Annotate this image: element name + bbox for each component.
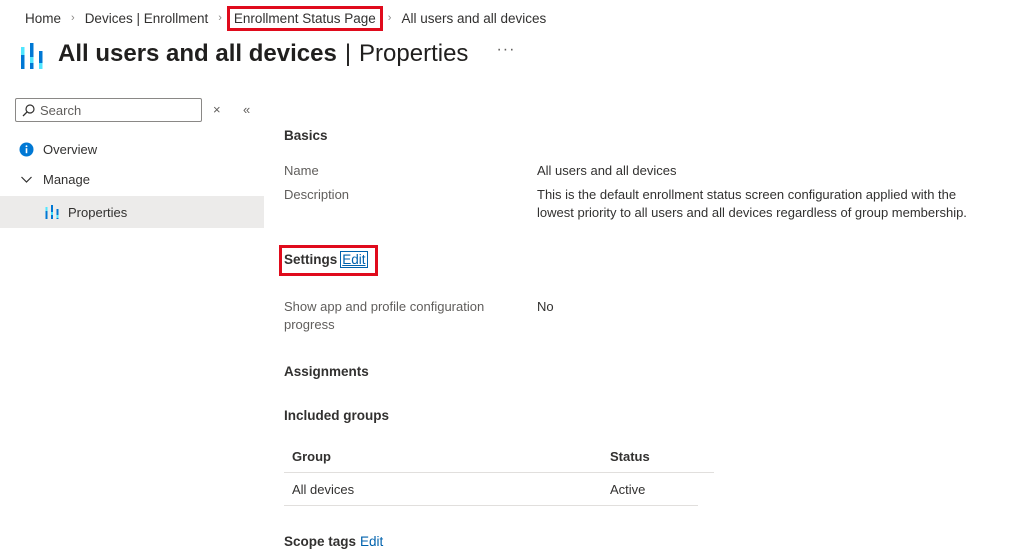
scope-tags-edit-link[interactable]: Edit <box>360 534 383 549</box>
settings-heading: Settings Edit <box>284 251 368 268</box>
show-progress-value: No <box>537 299 554 314</box>
breadcrumb-devices-enrollment[interactable]: Devices | Enrollment <box>85 11 209 26</box>
table-header-row: Group Status <box>284 440 714 473</box>
name-value: All users and all devices <box>537 163 677 178</box>
breadcrumb-chevron-icon: › <box>71 12 75 24</box>
breadcrumb-enrollment-status-page[interactable]: Enrollment Status Page <box>226 5 383 31</box>
more-options-icon[interactable]: ··· <box>496 41 515 59</box>
breadcrumb-home[interactable]: Home <box>25 11 61 26</box>
column-header-group[interactable]: Group <box>292 449 331 464</box>
sidebar-item-properties[interactable]: Properties <box>0 196 264 228</box>
assignments-heading: Assignments <box>284 364 369 379</box>
page-header: All users and all devices | Properties ·… <box>20 36 515 72</box>
breadcrumb-current-page: All users and all devices <box>401 10 547 26</box>
page-title: All users and all devices <box>58 40 337 67</box>
description-label: Description <box>284 187 350 202</box>
scope-tags-heading-label: Scope tags <box>284 534 357 549</box>
search-input[interactable] <box>40 102 190 118</box>
sidebar-item-label: Properties <box>68 204 128 220</box>
breadcrumb: Home › Devices | Enrollment › Enrollment… <box>25 5 547 31</box>
sidebar-nav: Overview Manage Properties <box>0 134 264 228</box>
settings-heading-label: Settings <box>284 252 338 267</box>
properties-icon <box>44 204 59 220</box>
sidebar-item-overview[interactable]: Overview <box>0 134 264 164</box>
title-separator: | <box>344 40 352 67</box>
status-cell: Active <box>610 482 646 497</box>
search-icon <box>22 103 35 116</box>
settings-edit-link[interactable]: Edit <box>340 251 368 268</box>
description-value: This is the default enrollment status sc… <box>537 187 967 220</box>
column-header-status[interactable]: Status <box>610 449 650 464</box>
group-cell: All devices <box>292 482 355 497</box>
table-row: All devices Active <box>284 473 698 506</box>
clear-search-icon[interactable]: × <box>213 102 221 117</box>
sidebar-group-manage[interactable]: Manage <box>0 164 264 194</box>
chevron-down-icon <box>19 172 34 187</box>
sidebar-item-label: Overview <box>43 141 98 157</box>
show-progress-label: Show app and profile configuration progr… <box>284 299 485 332</box>
search-box[interactable] <box>15 98 202 122</box>
properties-icon <box>21 43 43 69</box>
breadcrumb-chevron-icon: › <box>218 12 222 24</box>
sidebar-item-label: Manage <box>43 171 90 187</box>
included-groups-table: Group Status All devices Active <box>284 440 714 506</box>
collapse-sidebar-icon[interactable]: « <box>243 102 250 117</box>
breadcrumb-chevron-icon: › <box>387 12 392 24</box>
scope-tags-heading: Scope tags Edit <box>284 534 383 549</box>
basics-heading: Basics <box>284 128 328 143</box>
included-groups-heading: Included groups <box>284 408 390 423</box>
page-subtitle: Properties <box>359 40 469 67</box>
name-label: Name <box>284 163 319 178</box>
info-icon <box>19 142 34 157</box>
